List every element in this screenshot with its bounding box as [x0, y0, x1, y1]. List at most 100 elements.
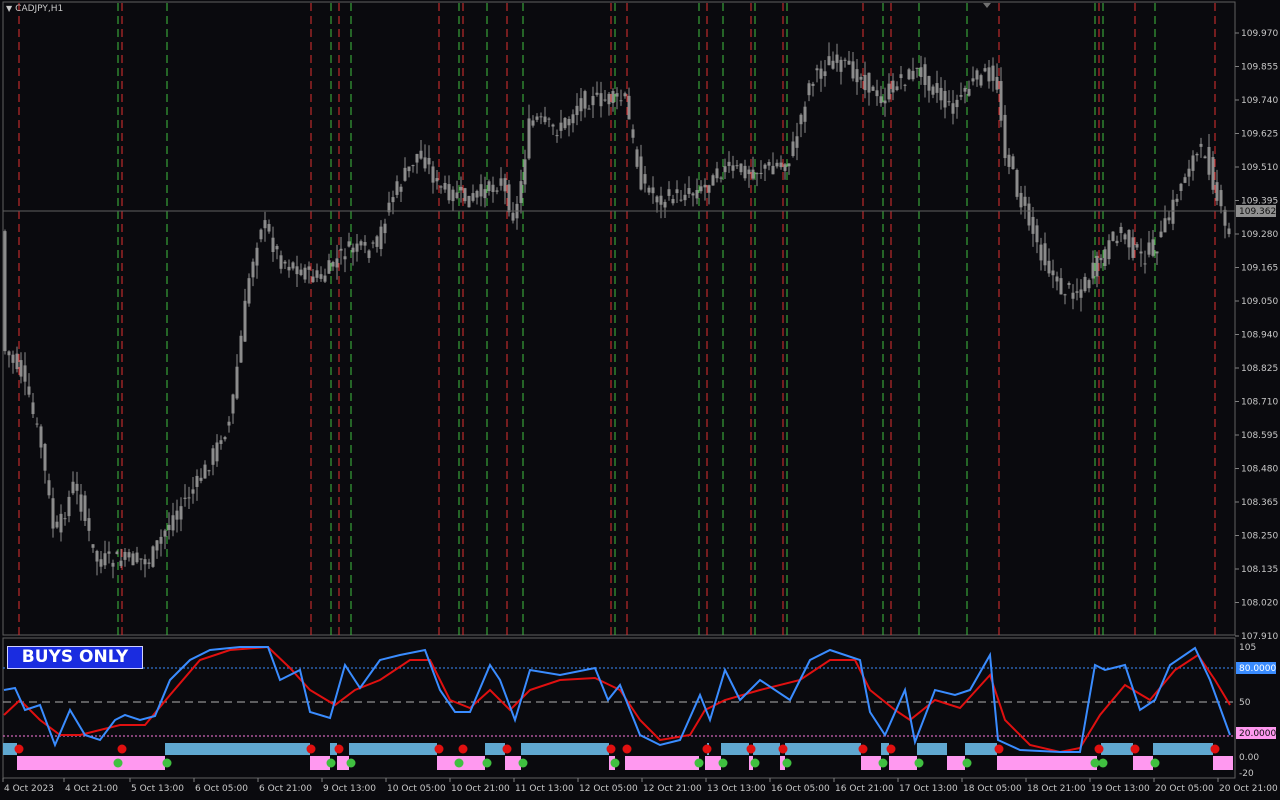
candle-body	[955, 99, 959, 108]
candle-body	[471, 193, 475, 201]
buy-signal-dot[interactable]	[1150, 758, 1160, 768]
time-label: 10 Oct 05:00	[387, 784, 446, 794]
triangle-down-icon[interactable]: ▼	[6, 4, 12, 13]
buys-only-badge: BUYS ONLY	[7, 646, 143, 669]
sell-signal-dot[interactable]	[858, 744, 868, 754]
candle-body	[447, 184, 451, 201]
buy-signal-dot[interactable]	[610, 758, 620, 768]
buy-signal-dot[interactable]	[694, 758, 704, 768]
candle-body	[459, 186, 463, 191]
candle-body	[183, 497, 187, 499]
candle-body	[399, 186, 403, 192]
candle-body	[171, 515, 175, 531]
candle-body	[407, 166, 411, 172]
candle-body	[139, 558, 143, 560]
sell-signal-dot[interactable]	[702, 744, 712, 754]
sell-signal-dot[interactable]	[434, 744, 444, 754]
candle-body	[835, 54, 839, 63]
candle-body	[1159, 231, 1163, 238]
candle-body	[1119, 226, 1123, 234]
candle-body	[971, 78, 975, 82]
time-label: 12 Oct 05:00	[579, 784, 638, 794]
candle-body	[591, 96, 595, 106]
price-label: 108.250	[1241, 532, 1278, 542]
trading-chart[interactable]: 109.970 109.855 109.740 109.625 109.510 109.3…	[0, 0, 1280, 800]
candle-body	[543, 116, 547, 123]
sell-signal-dot[interactable]	[886, 744, 896, 754]
candle-body	[19, 360, 23, 377]
candle-body	[31, 402, 35, 415]
candle-body	[931, 86, 935, 95]
sell-signal-dot[interactable]	[1210, 744, 1220, 754]
candle-body	[615, 93, 619, 97]
sell-signal-dot[interactable]	[502, 744, 512, 754]
time-label: 4 Oct 21:00	[65, 784, 118, 794]
buy-signal-dot[interactable]	[718, 758, 728, 768]
buy-signal-dot[interactable]	[1098, 758, 1108, 768]
time-label: 17 Oct 13:00	[899, 784, 958, 794]
buy-signal-dot[interactable]	[518, 758, 528, 768]
buy-signal-dot[interactable]	[326, 758, 336, 768]
buy-zone-bar	[917, 743, 947, 755]
candle-body	[463, 188, 467, 202]
candle-body	[279, 255, 283, 269]
candle-body	[667, 189, 671, 196]
buy-signal-dot[interactable]	[346, 758, 356, 768]
buy-signal-dot[interactable]	[113, 758, 123, 768]
candle-body	[131, 553, 135, 566]
candle-body	[787, 163, 791, 167]
buy-signal-dot[interactable]	[162, 758, 172, 768]
candle-body	[7, 351, 11, 356]
buy-signal-dot[interactable]	[454, 758, 464, 768]
buy-signal-dot[interactable]	[962, 758, 972, 768]
sell-signal-dot[interactable]	[117, 744, 127, 754]
buy-signal-dot[interactable]	[914, 758, 924, 768]
candle-body	[83, 495, 87, 521]
sell-signal-dot[interactable]	[306, 744, 316, 754]
candle-body	[635, 149, 639, 167]
sell-zone-bar	[947, 756, 965, 770]
candle-body	[487, 181, 491, 192]
sell-signal-dot[interactable]	[746, 744, 756, 754]
candle-body	[147, 562, 151, 564]
sell-signal-dot[interactable]	[994, 744, 1004, 754]
candle-body	[595, 92, 599, 95]
buy-signal-dot[interactable]	[750, 758, 760, 768]
buy-signal-dot[interactable]	[1090, 758, 1100, 768]
sell-signal-dot[interactable]	[1094, 744, 1104, 754]
candle-body	[899, 74, 903, 79]
sell-signal-dot[interactable]	[458, 744, 468, 754]
candle-body	[375, 236, 379, 247]
sell-signal-dot[interactable]	[778, 744, 788, 754]
candle-body	[419, 150, 423, 159]
candle-body	[1059, 278, 1063, 295]
price-panel[interactable]	[2, 1, 1236, 636]
time-label: 6 Oct 05:00	[195, 784, 248, 794]
candle-body	[1091, 262, 1095, 279]
candle-body	[435, 178, 439, 182]
sell-zone-bar	[17, 756, 165, 770]
candle-body	[431, 166, 435, 183]
buy-signal-dot[interactable]	[878, 758, 888, 768]
candle-body	[135, 552, 139, 563]
sell-signal-dot[interactable]	[622, 744, 632, 754]
candle-body	[815, 68, 819, 71]
sell-signal-dot[interactable]	[14, 744, 24, 754]
candle-body	[775, 162, 779, 167]
candle-body	[563, 117, 567, 129]
sell-signal-dot[interactable]	[606, 744, 616, 754]
buy-signal-dot[interactable]	[482, 758, 492, 768]
candle-body	[647, 187, 651, 193]
candle-body	[3, 231, 7, 352]
sell-signal-dot[interactable]	[1130, 744, 1140, 754]
buy-signal-dot[interactable]	[782, 758, 792, 768]
candle-body	[1147, 242, 1151, 255]
sell-zone-bar	[861, 756, 881, 770]
time-label: 18 Oct 21:00	[1027, 784, 1086, 794]
ind-scale-0: 0.00	[1239, 753, 1259, 763]
candle-body	[863, 74, 867, 91]
candle-body	[859, 76, 863, 80]
candle-body	[151, 546, 155, 567]
candle-body	[551, 124, 555, 127]
sell-signal-dot[interactable]	[334, 744, 344, 754]
